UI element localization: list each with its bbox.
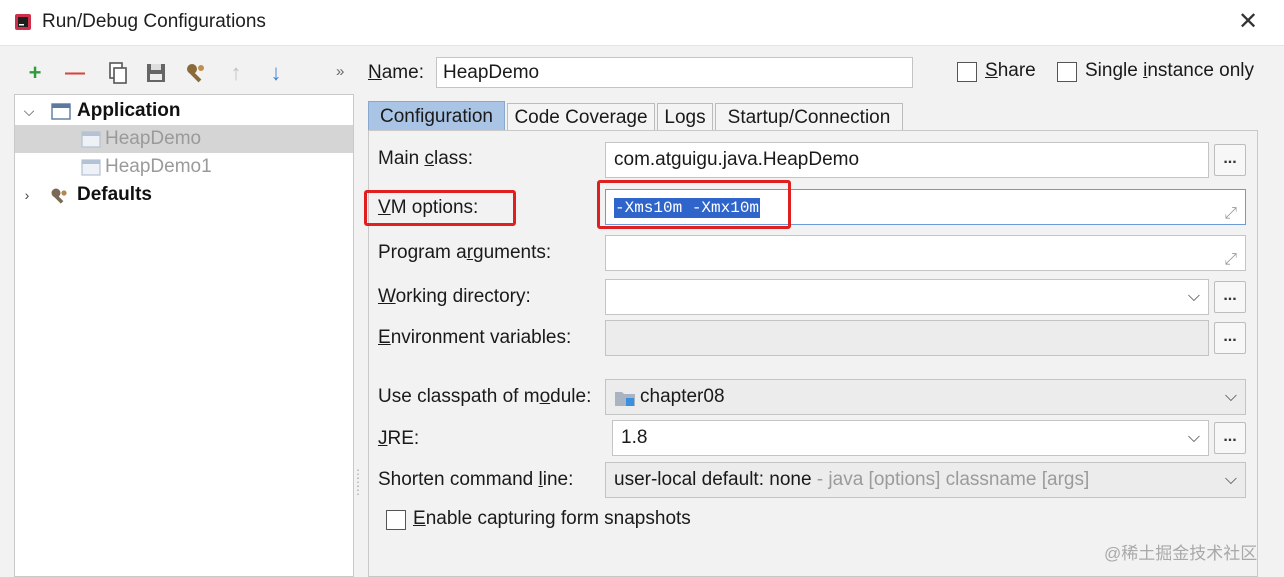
remove-icon[interactable]: —	[62, 60, 88, 86]
close-icon[interactable]: ✕	[1234, 8, 1262, 36]
vm-options-field[interactable]: -Xms10m -Xmx10m ⤢	[605, 189, 1246, 225]
tab-code-coverage[interactable]: Code Coverage	[507, 103, 655, 131]
tree-item-heapdemo1[interactable]: HeapDemo1	[15, 153, 353, 181]
application-icon	[51, 103, 71, 120]
program-arguments-field[interactable]: ⤢	[605, 235, 1246, 271]
save-icon[interactable]	[143, 60, 169, 86]
intellij-app-icon	[15, 14, 31, 30]
copy-icon[interactable]	[104, 60, 130, 86]
vm-options-value: -Xms10m -Xmx10m	[614, 198, 761, 218]
environment-variables-label: Environment variables:	[378, 327, 572, 348]
tree-label-application: Application	[77, 100, 181, 121]
expand-icon[interactable]: ⤢	[1224, 243, 1237, 277]
shorten-command-line-label: Shorten command line:	[378, 469, 574, 490]
chevron-down-icon[interactable]: ⌵	[1225, 380, 1237, 414]
share-label: Share	[985, 60, 1036, 81]
snapshot-checkbox[interactable]	[386, 510, 406, 530]
jre-browse-button[interactable]: ...	[1214, 422, 1246, 454]
more-chevron-icon[interactable]: »	[336, 63, 344, 80]
jre-select[interactable]: 1.8 ⌵	[612, 420, 1209, 456]
module-folder-icon	[615, 392, 635, 406]
single-instance-label: Single instance only	[1085, 60, 1255, 81]
tree-node-defaults[interactable]: › Defaults	[15, 181, 353, 209]
jre-label: JRE:	[378, 428, 420, 449]
tab-configuration[interactable]: Configuration	[368, 101, 505, 131]
working-directory-field[interactable]: ⌵	[605, 279, 1209, 315]
working-directory-label: Working directory:	[378, 286, 531, 307]
tree-item-label: HeapDemo	[105, 128, 202, 149]
chevron-down-icon[interactable]: ⌵	[1225, 463, 1237, 497]
tree-node-application[interactable]: ⌵ Application	[15, 97, 353, 125]
title-bar: Run/Debug Configurations ✕	[0, 0, 1284, 46]
splitter-handle[interactable]: ⋮ ⋮ ⋮	[352, 468, 364, 496]
chevron-right-icon[interactable]: ›	[19, 181, 35, 209]
shorten-command-line-select[interactable]: user-local default: none - java [options…	[605, 462, 1246, 498]
tab-logs[interactable]: Logs	[657, 103, 713, 131]
environment-variables-field[interactable]	[605, 320, 1209, 356]
run-config-icon	[81, 159, 101, 176]
classpath-module-label: Use classpath of module:	[378, 386, 592, 407]
arrow-down-icon[interactable]: ↓	[263, 60, 289, 86]
add-icon[interactable]: +	[22, 60, 48, 86]
tree-label-defaults: Defaults	[77, 184, 152, 205]
arrow-up-icon[interactable]: ↑	[223, 60, 249, 86]
expand-icon[interactable]: ⤢	[1224, 197, 1237, 231]
single-instance-checkbox[interactable]	[1057, 62, 1077, 82]
wrench-icon	[51, 188, 67, 204]
share-checkbox[interactable]	[957, 62, 977, 82]
tree-item-label: HeapDemo1	[105, 156, 212, 177]
program-arguments-label: Program arguments:	[378, 242, 552, 263]
chevron-down-icon[interactable]: ⌵	[1188, 421, 1200, 455]
main-class-label: Main class:	[378, 148, 474, 169]
run-config-icon	[81, 131, 101, 148]
tab-startup-connection[interactable]: Startup/Connection	[715, 103, 903, 131]
vm-options-label: VM options:	[378, 197, 479, 218]
window-title: Run/Debug Configurations	[42, 11, 266, 32]
main-class-browse-button[interactable]: ...	[1214, 144, 1246, 176]
snapshot-label: Enable capturing form snapshots	[413, 508, 691, 529]
wrench-settings-icon[interactable]	[183, 60, 209, 86]
watermark: @稀土掘金技术社区	[1104, 544, 1258, 563]
chevron-down-icon[interactable]: ⌵	[21, 97, 37, 125]
working-directory-browse-button[interactable]: ...	[1214, 281, 1246, 313]
main-class-field[interactable]: com.atguigu.java.HeapDemo	[605, 142, 1209, 178]
chevron-down-icon[interactable]: ⌵	[1188, 280, 1200, 314]
classpath-module-select[interactable]: chapter08 ⌵	[605, 379, 1246, 415]
name-input[interactable]: HeapDemo	[436, 57, 913, 88]
environment-variables-browse-button[interactable]: ...	[1214, 322, 1246, 354]
configuration-tree[interactable]: ⌵ Application HeapDemo HeapDemo1 › Defau…	[14, 94, 354, 577]
tree-item-heapdemo[interactable]: HeapDemo	[15, 125, 353, 153]
name-label: Name:	[368, 62, 424, 83]
